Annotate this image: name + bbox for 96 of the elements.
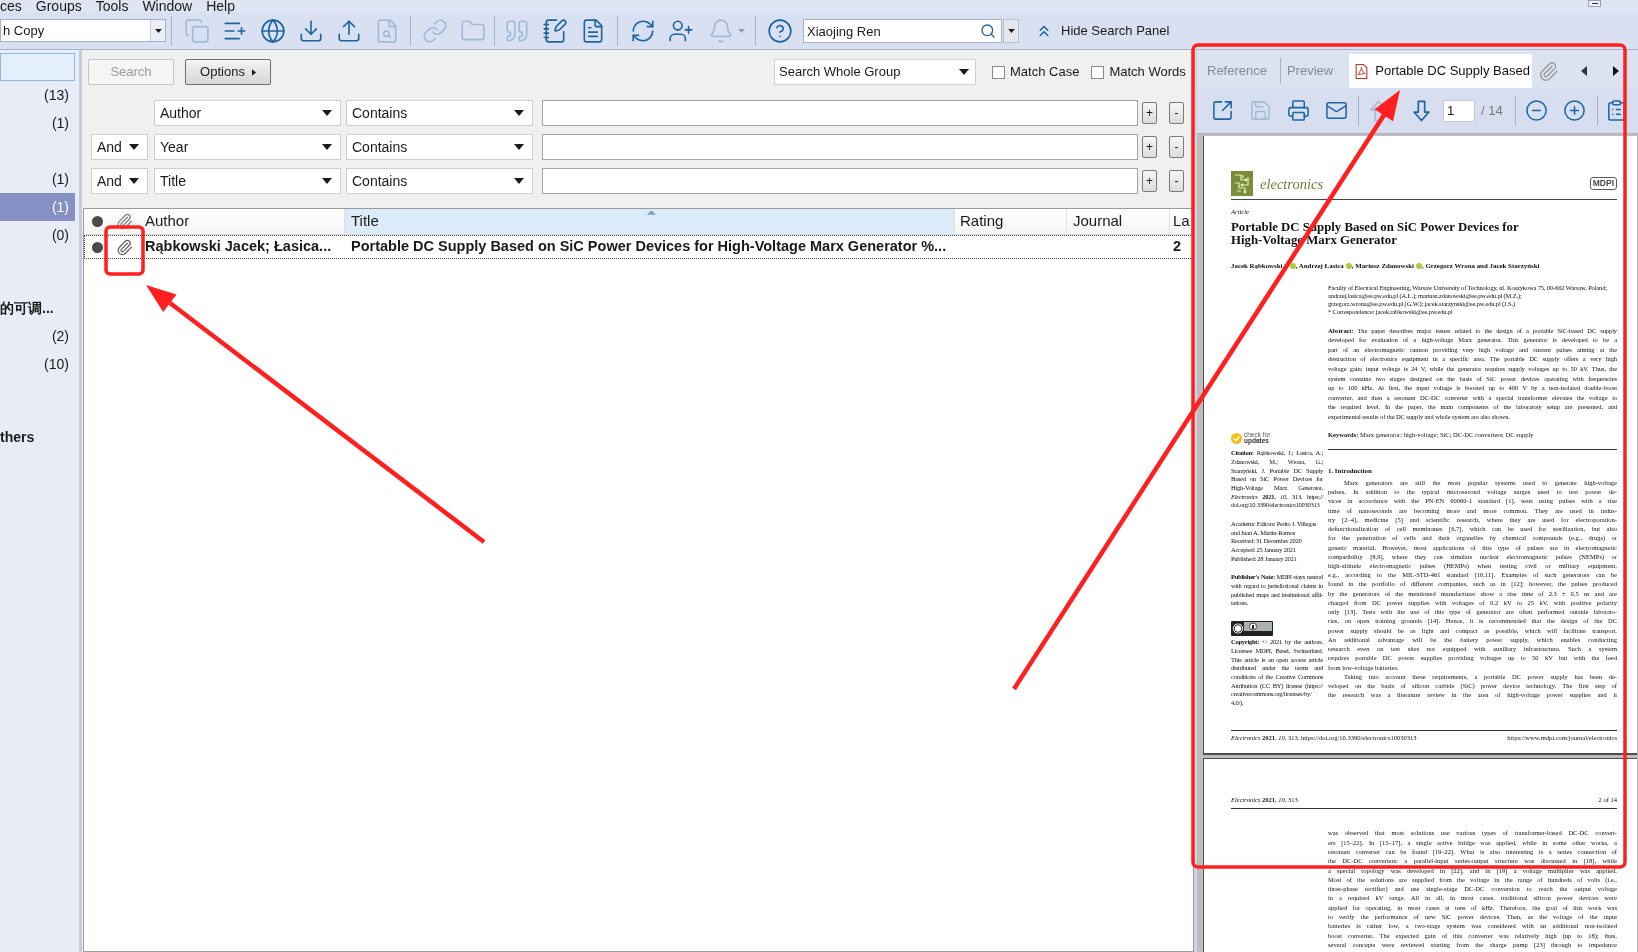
journal-name: electronics: [1260, 175, 1324, 192]
caret-down-icon: [959, 69, 969, 75]
menu-item[interactable]: Help: [206, 0, 235, 12]
sidebar-item[interactable]: (13): [0, 81, 75, 109]
check-badge-icon: [1231, 432, 1242, 444]
menu-item[interactable]: Tools: [95, 0, 129, 12]
remove-row-button[interactable]: -: [1169, 170, 1184, 192]
search-term-field[interactable]: [542, 134, 1138, 160]
hide-search-panel-button[interactable]: Hide Search Panel: [1035, 18, 1170, 43]
style-dropdown[interactable]: h Copy: [0, 19, 166, 42]
menu-item[interactable]: Groups: [35, 0, 82, 12]
printer-icon: [1286, 99, 1310, 122]
sidebar-item[interactable]: (10): [0, 350, 75, 378]
external-link-icon: [1210, 99, 1234, 122]
globe-icon: [260, 17, 286, 44]
scroll-left-button[interactable]: [1581, 66, 1588, 76]
sidebar-item[interactable]: (1): [0, 165, 75, 193]
menu-item[interactable]: Window: [142, 0, 193, 12]
caret-down-icon: [1007, 28, 1015, 33]
operator-dropdown[interactable]: Contains: [346, 168, 533, 194]
status-dot-icon: [91, 216, 103, 227]
tab[interactable]: Portable DC Supply Based: [1349, 54, 1533, 88]
sidebar-item[interactable]: (1): [0, 109, 75, 137]
caret-down-icon: [514, 110, 524, 116]
caret-down-icon: [129, 178, 139, 184]
add-row-button[interactable]: +: [1142, 170, 1157, 192]
remove-row-button[interactable]: -: [1169, 136, 1184, 158]
file-icon: [1355, 63, 1369, 79]
publisher-logo: MDPI: [1589, 177, 1617, 190]
user-plus-icon: [668, 17, 694, 44]
reference-row[interactable]: Rąbkowski Jacek; Łasica... Portable DC Supply Based on SiC Power Devices for High-Voltage Marx Generator %... 2: [84, 235, 1193, 259]
add-row-button[interactable]: +: [1142, 136, 1157, 158]
connector-dropdown[interactable]: And: [91, 134, 148, 160]
page-number-field[interactable]: 1: [1443, 99, 1475, 122]
caret-down-icon: [514, 144, 524, 150]
search-term-field[interactable]: [542, 168, 1138, 194]
checkbox-label[interactable]: Match Words: [1109, 62, 1186, 82]
mail-icon: [1324, 99, 1348, 122]
minus-icon: [1591, 3, 1598, 4]
checkbox-label[interactable]: Match Case: [1010, 62, 1080, 82]
notebook-pen-icon: [542, 17, 568, 44]
group-set-label[interactable]: 的可调...: [0, 294, 75, 322]
link-icon: [422, 17, 448, 44]
table-cell-text: Portable DC Supply Based on SiC Power Devices for High-Voltage Marx Generator %...: [351, 237, 947, 257]
checkbox[interactable]: [1091, 65, 1105, 79]
save-icon: [1248, 99, 1272, 122]
caret-right-icon: [1613, 66, 1620, 76]
search-icon: [980, 22, 996, 39]
caret-down-icon: [322, 144, 332, 150]
sidebar-item[interactable]: (0): [0, 221, 75, 249]
caret-left-icon: [1581, 66, 1588, 76]
window-button[interactable]: [1588, 0, 1601, 7]
zoom-out-icon: [1525, 99, 1549, 122]
caret-down-icon: [322, 110, 332, 116]
column-header[interactable]: La: [1170, 209, 1193, 234]
help-icon: [767, 17, 793, 44]
arrow-down-icon: [1412, 99, 1430, 122]
table-cell-text: 2: [1173, 237, 1182, 257]
sort-arrow-icon: [647, 210, 656, 215]
sidebar-item[interactable]: (2): [0, 322, 75, 350]
group-set-label[interactable]: thers: [0, 423, 75, 451]
zoom-in-icon: [1563, 99, 1587, 122]
caret-down-icon: [129, 144, 139, 150]
connector-dropdown[interactable]: And: [91, 168, 148, 194]
scroll-right-button[interactable]: [1613, 66, 1620, 76]
field-dropdown[interactable]: Title: [154, 168, 341, 194]
caret-down-icon: [322, 178, 332, 184]
paperclip-icon[interactable]: [1538, 61, 1560, 82]
add-row-button[interactable]: +: [1142, 102, 1157, 124]
caret-down-icon: [514, 178, 524, 184]
caret-down-icon: [154, 28, 162, 33]
license-badge-icon: [1231, 620, 1273, 636]
operator-dropdown[interactable]: Contains: [346, 134, 533, 160]
dropdown-button[interactable]: [1003, 18, 1019, 43]
caret-right-icon: [251, 68, 256, 76]
search-term-field[interactable]: [542, 100, 1138, 126]
highlight-rectangle: [104, 225, 145, 276]
column-header[interactable]: Title: [345, 209, 955, 234]
remove-row-button[interactable]: -: [1169, 102, 1184, 124]
search-field[interactable]: Xiaojing Ren: [803, 19, 1002, 43]
copy-icon: [184, 17, 210, 44]
scope-dropdown[interactable]: Search Whole Group: [774, 59, 976, 85]
quote-icon: [504, 17, 530, 44]
checkbox[interactable]: [992, 65, 1005, 79]
menu-item[interactable]: ces: [0, 0, 22, 12]
refresh-icon: [630, 17, 656, 44]
operator-dropdown[interactable]: Contains: [346, 100, 533, 126]
caret-down-icon: [737, 28, 745, 33]
circuit-logo-icon: [1231, 171, 1253, 196]
page-total: / 14: [1481, 101, 1503, 120]
field-dropdown[interactable]: Author: [154, 100, 341, 126]
options-button[interactable]: Options: [185, 59, 271, 85]
table-cell-text: Rąbkowski Jacek; Łasica...: [145, 237, 332, 257]
field-dropdown[interactable]: Year: [154, 134, 341, 160]
column-header[interactable]: Rating: [955, 209, 1067, 234]
column-header[interactable]: Journal: [1067, 209, 1170, 234]
